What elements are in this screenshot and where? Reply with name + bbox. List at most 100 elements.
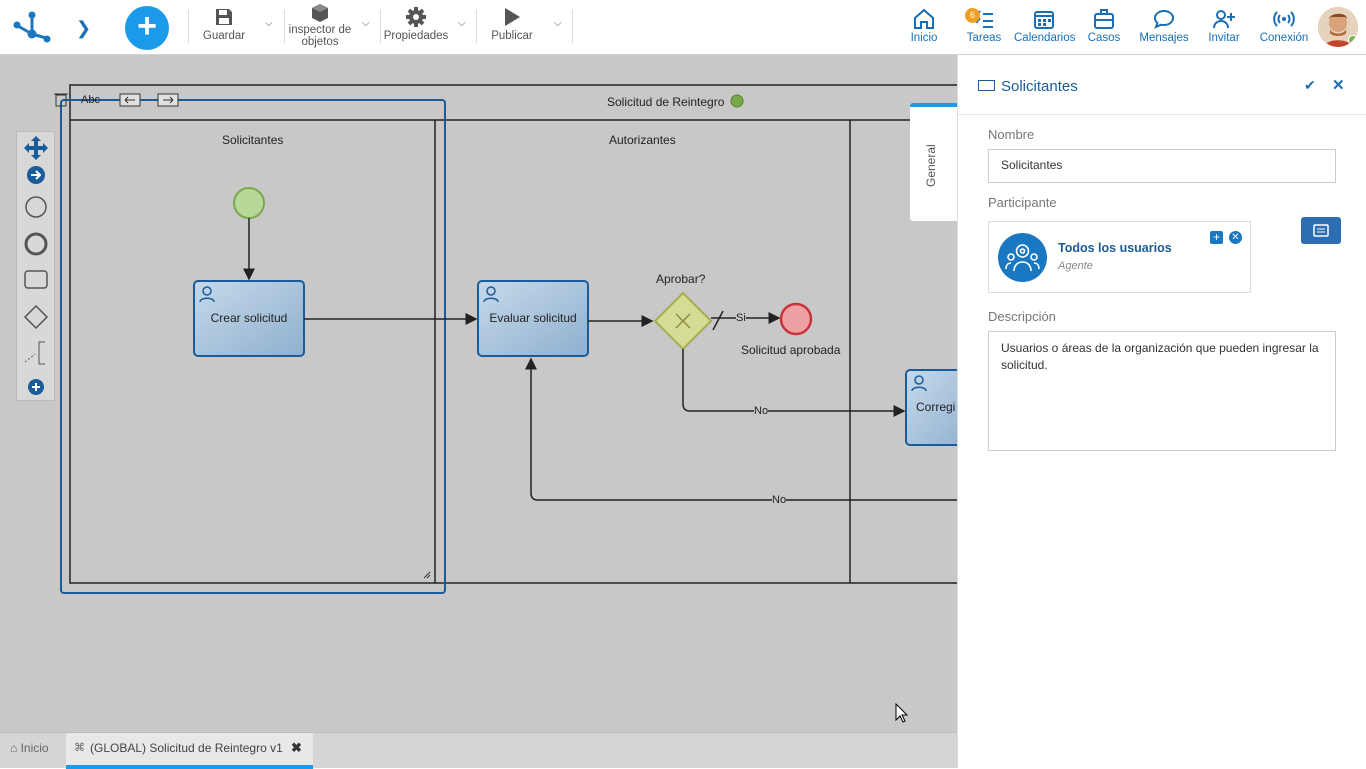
default-flow-slash — [712, 310, 724, 331]
task-label: Crear solicitud — [210, 311, 288, 325]
chat-bubble-icon — [1134, 6, 1194, 32]
confirm-check-icon[interactable]: ✔ — [1304, 77, 1316, 94]
gear-icon — [383, 4, 449, 30]
save-button[interactable]: Guardar — [199, 4, 249, 42]
bottom-tab-bar: ⌂ Inicio ⌘ (GLOBAL) Solicitud de Reinteg… — [0, 732, 957, 769]
nav-messages-label: Mensajes — [1139, 32, 1189, 44]
bpmn-diagram — [54, 84, 957, 594]
toolbar-separator — [380, 10, 381, 44]
flow-label-no: No — [772, 494, 787, 506]
panel-title: Solicitantes — [1001, 78, 1078, 95]
properties-dropdown-chevron-icon[interactable]: ⌵ — [458, 18, 466, 29]
add-tool-icon[interactable] — [28, 379, 44, 395]
toolbar-separator — [284, 10, 285, 44]
properties-button[interactable]: Propiedades — [383, 4, 449, 42]
calendar-icon — [1014, 6, 1074, 32]
publish-dropdown-chevron-icon[interactable]: ⌵ — [554, 18, 562, 29]
toolbar-separator — [572, 10, 573, 44]
lane-title-requesters: Solicitantes — [222, 133, 284, 147]
mouse-cursor-icon — [895, 703, 909, 723]
briefcase-icon — [1074, 6, 1134, 32]
rename-lane-tool[interactable]: Abc — [81, 94, 100, 106]
lane-shape-icon — [978, 80, 995, 91]
start-event[interactable] — [233, 187, 265, 219]
participant-name[interactable]: Todos los usuarios — [1058, 241, 1172, 255]
close-icon[interactable]: ✕ — [1332, 76, 1345, 94]
annotation-tool-icon[interactable] — [24, 341, 45, 365]
inspector-label-line1: inspector de — [288, 24, 352, 36]
participant-card: Todos los usuarios Agente + ✕ — [988, 221, 1251, 293]
nav-home-label: Inicio — [910, 32, 938, 44]
user-avatar[interactable] — [1318, 7, 1358, 47]
process-icon: ⌘ — [74, 742, 85, 754]
flow-label-no: No — [754, 405, 769, 417]
tab-process-label: (GLOBAL) Solicitud de Reintegro v1 — [90, 741, 283, 755]
properties-label: Propiedades — [383, 30, 449, 42]
expand-menu-chevron-icon[interactable]: ❯ — [76, 18, 91, 39]
nav-cases[interactable]: Casos — [1074, 6, 1134, 44]
nav-connection-label: Conexión — [1259, 32, 1309, 44]
home-icon: ⌂ — [10, 741, 18, 755]
nav-tasks-label: Tareas — [966, 32, 1002, 44]
app-logo-icon[interactable] — [12, 8, 52, 48]
nav-home[interactable]: Inicio — [894, 6, 954, 44]
panel-header: Solicitantes ✔ ✕ — [958, 55, 1366, 115]
remove-participant-icon[interactable]: ✕ — [1229, 231, 1242, 244]
tasks-count-badge: 6 — [965, 8, 980, 23]
add-user-icon — [1194, 6, 1254, 32]
nav-tasks[interactable]: Tareas — [954, 6, 1014, 44]
toolbar-separator — [476, 10, 477, 44]
start-event-tool-icon[interactable] — [25, 196, 47, 218]
shape-palette — [16, 131, 55, 401]
save-dropdown-chevron-icon[interactable]: ⌵ — [265, 18, 273, 29]
resize-handle-icon[interactable] — [423, 571, 431, 579]
description-label: Descripción — [988, 309, 1056, 324]
select-participant-button[interactable] — [1301, 217, 1341, 244]
task-tool-icon[interactable] — [24, 270, 48, 289]
inspector-dropdown-chevron-icon[interactable]: ⌵ — [362, 18, 370, 29]
diagram-canvas[interactable]: Abc Solicitud de Reintegro Solicitantes … — [0, 55, 957, 732]
sequence-flow-no-return[interactable] — [525, 357, 957, 501]
publish-label: Publicar — [491, 30, 533, 42]
publish-button[interactable]: Publicar — [488, 4, 536, 42]
end-event-tool-icon[interactable] — [24, 232, 48, 256]
toolbar-separator — [188, 10, 189, 44]
move-lane-right-icon[interactable] — [157, 93, 179, 107]
tab-process[interactable]: ⌘ (GLOBAL) Solicitud de Reintegro v1 ✖ — [66, 733, 313, 769]
save-label: Guardar — [202, 30, 246, 42]
properties-panel: Solicitantes ✔ ✕ Nombre Solicitantes Par… — [957, 55, 1366, 768]
gateway-tool-icon[interactable] — [23, 304, 49, 330]
lane-title-authorizers: Autorizantes — [609, 133, 676, 147]
nav-connection[interactable]: Conexión — [1254, 6, 1314, 44]
add-participant-icon[interactable]: + — [1210, 231, 1223, 244]
name-field[interactable]: Solicitantes — [988, 149, 1336, 183]
task-label: Evaluar solicitud — [489, 311, 577, 325]
nav-calendars-label: Calendarios — [1014, 32, 1076, 44]
object-inspector-button[interactable]: inspector de objetos — [286, 2, 354, 48]
list-card-icon — [1313, 224, 1329, 237]
cube-icon — [286, 2, 354, 24]
close-tab-icon[interactable]: ✖ — [291, 740, 302, 756]
tab-home[interactable]: ⌂ Inicio — [10, 741, 49, 755]
nav-calendars[interactable]: Calendarios — [1014, 6, 1076, 44]
move-lane-left-icon[interactable] — [119, 93, 141, 107]
nav-invite-label: Invitar — [1208, 32, 1240, 44]
description-textarea[interactable]: Usuarios o áreas de la organización que … — [988, 331, 1336, 451]
nav-messages[interactable]: Mensajes — [1134, 6, 1194, 44]
nav-invite[interactable]: Invitar — [1194, 6, 1254, 44]
online-status-dot — [1348, 35, 1358, 45]
tab-general[interactable]: General — [910, 103, 957, 221]
nav-cases-label: Casos — [1087, 32, 1121, 44]
end-event[interactable] — [779, 302, 813, 336]
participant-role: Agente — [1058, 260, 1093, 272]
flow-label-yes: Si — [736, 312, 746, 324]
group-users-icon — [998, 233, 1047, 282]
top-toolbar: ❯ + Guardar ⌵ inspector de objetos ⌵ Pro… — [0, 0, 1366, 55]
connect-tool-icon[interactable] — [27, 166, 45, 184]
pool-title: Solicitud de Reintegro — [607, 95, 725, 109]
tab-general-label: General — [924, 144, 938, 187]
pool-status-dot — [730, 94, 744, 108]
move-tool-icon[interactable] — [24, 136, 48, 160]
add-new-button[interactable]: + — [125, 6, 169, 50]
sequence-flow-no[interactable] — [682, 349, 906, 417]
